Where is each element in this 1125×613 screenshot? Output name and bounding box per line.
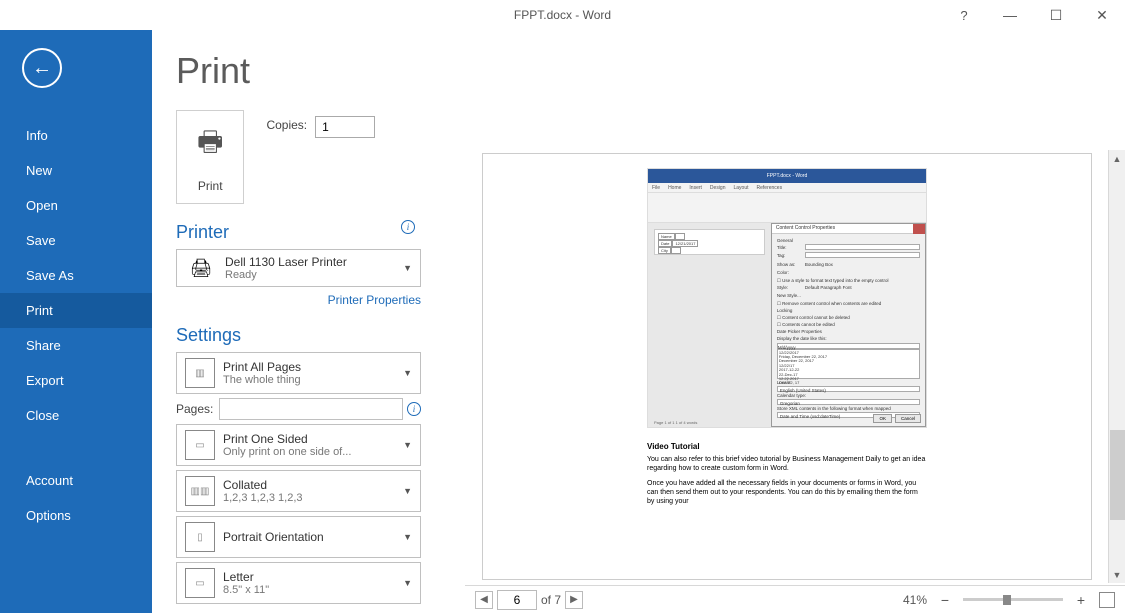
zoom-percent[interactable]: 41%	[903, 593, 927, 607]
printer-section-title: Printer	[176, 222, 229, 243]
close-button[interactable]: ✕	[1079, 0, 1125, 30]
sidebar-item-open[interactable]: Open	[0, 188, 152, 223]
current-page-input[interactable]	[497, 590, 537, 610]
pages-label: Pages:	[176, 402, 213, 416]
copies-label: Copies:	[266, 118, 307, 132]
preview-heading: Video Tutorial	[647, 442, 927, 451]
sidebar-item-options[interactable]: Options	[0, 498, 152, 533]
sidebar-item-print[interactable]: Print	[0, 293, 152, 328]
printer-device-icon: 🖨	[185, 257, 217, 279]
zoom-out-button[interactable]: −	[937, 592, 953, 608]
collated-icon: ▥▥	[185, 476, 215, 506]
sidebar-item-close[interactable]: Close	[0, 398, 152, 433]
settings-section-title: Settings	[176, 325, 421, 346]
printer-select[interactable]: 🖨 Dell 1130 Laser Printer Ready ▼	[176, 249, 421, 287]
scroll-up-icon[interactable]: ▲	[1109, 150, 1125, 167]
setting-one-sided[interactable]: ▭ Print One Sided Only print on one side…	[176, 424, 421, 466]
setting-paper-size[interactable]: ▭ Letter 8.5" x 11" ▼	[176, 562, 421, 604]
info-icon[interactable]: i	[407, 402, 421, 416]
setting-orientation[interactable]: ▯ Portrait Orientation ▼	[176, 516, 421, 558]
scroll-down-icon[interactable]: ▼	[1109, 566, 1125, 583]
back-arrow-icon: ←	[32, 57, 52, 80]
preview-footer: ◀ of 7 ▶ 41% − +	[465, 585, 1125, 613]
printer-properties-link[interactable]: Printer Properties	[176, 293, 421, 307]
next-page-button[interactable]: ▶	[565, 591, 583, 609]
sidebar-item-save[interactable]: Save	[0, 223, 152, 258]
print-button[interactable]: 🖶 Print	[176, 110, 244, 204]
titlebar: FPPT.docx - Word ? — ☐ ✕	[0, 0, 1125, 30]
sidebar-item-export[interactable]: Export	[0, 363, 152, 398]
printer-icon: 🖶	[197, 121, 223, 169]
zoom-slider-thumb[interactable]	[1003, 595, 1011, 605]
embedded-screenshot: FPPT.docx - Word File Home Insert Design…	[647, 168, 927, 428]
preview-page: FPPT.docx - Word File Home Insert Design…	[483, 154, 1091, 579]
prev-page-button[interactable]: ◀	[475, 591, 493, 609]
chevron-down-icon: ▼	[403, 263, 412, 273]
printer-name: Dell 1130 Laser Printer	[225, 255, 347, 269]
chevron-down-icon: ▼	[403, 578, 412, 588]
page-title: Print	[176, 50, 421, 92]
preview-para: Once you have added all the necessary fi…	[647, 479, 927, 506]
chevron-down-icon: ▼	[403, 440, 412, 450]
sidebar-item-info[interactable]: Info	[0, 118, 152, 153]
zoom-slider[interactable]	[963, 598, 1063, 601]
sidebar-item-share[interactable]: Share	[0, 328, 152, 363]
print-preview: FPPT.docx - Word File Home Insert Design…	[465, 30, 1125, 613]
one-sided-icon: ▭	[185, 430, 215, 460]
sidebar: ← Info New Open Save Save As Print Share…	[0, 30, 152, 613]
zoom-in-button[interactable]: +	[1073, 592, 1089, 608]
help-button[interactable]: ?	[941, 0, 987, 30]
copies-input[interactable]	[315, 116, 375, 138]
scroll-thumb[interactable]	[1110, 430, 1125, 520]
letter-icon: ▭	[185, 568, 215, 598]
setting-print-all-pages[interactable]: ▥ Print All Pages The whole thing ▼	[176, 352, 421, 394]
maximize-button[interactable]: ☐	[1033, 0, 1079, 30]
preview-scrollbar[interactable]: ▲ ▼	[1108, 150, 1125, 583]
print-button-label: Print	[198, 179, 223, 193]
sidebar-item-account[interactable]: Account	[0, 463, 152, 498]
sidebar-item-saveas[interactable]: Save As	[0, 258, 152, 293]
zoom-fit-button[interactable]	[1099, 592, 1115, 608]
pages-input[interactable]	[219, 398, 403, 420]
chevron-down-icon: ▼	[403, 368, 412, 378]
info-icon[interactable]: i	[401, 220, 415, 234]
minimize-button[interactable]: —	[987, 0, 1033, 30]
chevron-down-icon: ▼	[403, 486, 412, 496]
sidebar-item-new[interactable]: New	[0, 153, 152, 188]
printer-status: Ready	[225, 269, 347, 281]
back-button[interactable]: ←	[22, 48, 62, 88]
pages-icon: ▥	[185, 358, 215, 388]
page-count-label: of 7	[541, 593, 561, 607]
portrait-icon: ▯	[185, 522, 215, 552]
setting-collated[interactable]: ▥▥ Collated 1,2,3 1,2,3 1,2,3 ▼	[176, 470, 421, 512]
preview-para: You can also refer to this brief video t…	[647, 455, 927, 473]
window-title: FPPT.docx - Word	[514, 8, 611, 22]
chevron-down-icon: ▼	[403, 532, 412, 542]
